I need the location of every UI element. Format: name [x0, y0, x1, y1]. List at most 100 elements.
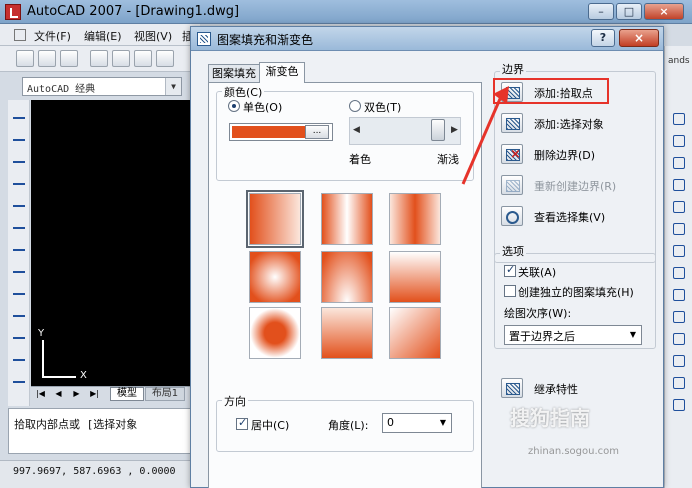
- next-tab-icon[interactable]: ▶: [71, 388, 82, 399]
- ellipse-arc-icon[interactable]: [11, 330, 27, 346]
- gradient-pattern-spherical[interactable]: [249, 307, 301, 359]
- offset-icon[interactable]: [670, 176, 686, 192]
- gradient-pattern-curved[interactable]: [389, 251, 441, 303]
- revision-cloud-icon[interactable]: [11, 264, 27, 280]
- prev-tab-icon[interactable]: ◀: [53, 388, 64, 399]
- last-tab-icon[interactable]: ▶|: [89, 388, 100, 399]
- menu-file[interactable]: 文件(F): [34, 28, 71, 44]
- arc-icon[interactable]: [11, 220, 27, 236]
- polyline-icon[interactable]: [11, 154, 27, 170]
- cut-icon[interactable]: [156, 50, 174, 67]
- make-block-icon[interactable]: [11, 374, 27, 390]
- draw-order-label: 绘图次序(W):: [504, 307, 572, 320]
- associative-checkbox[interactable]: [504, 263, 516, 277]
- new-file-icon[interactable]: [16, 50, 34, 67]
- insert-block-icon[interactable]: [11, 352, 27, 368]
- chevron-down-icon: ▼: [165, 78, 181, 95]
- tab-layout1[interactable]: 布局1: [145, 387, 185, 401]
- slider-thumb[interactable]: [431, 119, 445, 141]
- direction-group-label: 方向: [222, 393, 248, 409]
- fillet-icon[interactable]: [670, 396, 686, 412]
- remove-boundaries-button[interactable]: 删除边界(D): [534, 147, 595, 163]
- select-objects-button[interactable]: 添加:选择对象: [534, 116, 604, 132]
- print-icon[interactable]: [90, 50, 108, 67]
- save-icon[interactable]: [60, 50, 78, 67]
- independent-hatch-label: 创建独立的图案填充(H): [518, 286, 634, 299]
- construction-line-icon[interactable]: [11, 132, 27, 148]
- stretch-icon[interactable]: [670, 286, 686, 302]
- inherit-properties-button[interactable]: 继承特性: [534, 381, 578, 397]
- scale-icon[interactable]: [670, 264, 686, 280]
- rectangle-icon[interactable]: [11, 198, 27, 214]
- tab-gradient[interactable]: 渐变色: [259, 62, 305, 83]
- help-button[interactable]: ?: [591, 29, 615, 47]
- publish-icon[interactable]: [134, 50, 152, 67]
- move-icon[interactable]: [670, 220, 686, 236]
- open-folder-icon[interactable]: [38, 50, 56, 67]
- ucs-x-label: X: [80, 370, 87, 381]
- copy-icon[interactable]: [670, 132, 686, 148]
- single-color-radio[interactable]: [228, 100, 240, 112]
- document-icon[interactable]: [14, 29, 26, 41]
- watermark-logo: 搜狗指南: [510, 406, 590, 430]
- standard-toolbar: [0, 46, 200, 72]
- maximize-button[interactable]: □: [616, 3, 642, 20]
- menu-edit[interactable]: 编辑(E): [84, 28, 122, 44]
- tab-hatch[interactable]: 图案填充: [208, 64, 260, 83]
- gradient-pattern-cylinder[interactable]: [321, 193, 373, 245]
- ucs-y-label: Y: [38, 328, 45, 339]
- view-selections-icon[interactable]: [501, 206, 523, 226]
- dialog-close-button[interactable]: ×: [619, 29, 659, 47]
- angle-select[interactable]: 0 ▼: [382, 413, 452, 433]
- menu-view[interactable]: 视图(V): [134, 28, 172, 44]
- tab-model[interactable]: 模型: [110, 387, 144, 401]
- chamfer-icon[interactable]: [670, 374, 686, 390]
- view-selections-button[interactable]: 查看选择集(V): [534, 209, 605, 225]
- trim-icon[interactable]: [670, 308, 686, 324]
- line-icon[interactable]: [11, 110, 27, 126]
- chevron-down-icon: ▼: [629, 330, 637, 339]
- mirror-icon[interactable]: [670, 154, 686, 170]
- two-color-label: 双色(T): [364, 101, 402, 114]
- centered-checkbox[interactable]: [236, 416, 248, 430]
- rotate-icon[interactable]: [670, 242, 686, 258]
- gradient-pattern-hemispherical[interactable]: [321, 251, 373, 303]
- workspace-select[interactable]: AutoCAD 经典 ▼: [22, 77, 182, 96]
- two-color-radio[interactable]: [349, 100, 361, 112]
- app-titlebar[interactable]: AutoCAD 2007 - [Drawing1.dwg] – □ ×: [0, 0, 692, 24]
- plot-preview-icon[interactable]: [112, 50, 130, 67]
- close-button[interactable]: ×: [644, 3, 684, 20]
- single-color-label: 单色(O): [243, 101, 283, 114]
- boundary-group-label: 边界: [500, 61, 526, 77]
- drawing-canvas[interactable]: [31, 100, 199, 386]
- dialog-titlebar[interactable]: 图案填充和渐变色 ? ×: [191, 27, 663, 51]
- circle-icon[interactable]: [11, 242, 27, 258]
- extend-icon[interactable]: [670, 330, 686, 346]
- dialog-title: 图案填充和渐变色: [217, 33, 314, 47]
- independent-hatch-checkbox[interactable]: [504, 285, 516, 297]
- break-icon[interactable]: [670, 352, 686, 368]
- ellipse-icon[interactable]: [11, 308, 27, 324]
- draw-order-select[interactable]: 置于边界之后 ▼: [504, 325, 642, 345]
- minimize-button[interactable]: –: [588, 3, 614, 20]
- recreate-boundary-button: 重新创建边界(R): [534, 180, 617, 193]
- slider-left-arrow-icon[interactable]: ◀: [353, 125, 360, 135]
- options-group-label: 选项: [500, 243, 526, 259]
- polygon-icon[interactable]: [11, 176, 27, 192]
- gradient-pattern-invspherical[interactable]: [249, 251, 301, 303]
- gradient-pattern-invhemispherical[interactable]: [321, 307, 373, 359]
- spline-icon[interactable]: [11, 286, 27, 302]
- gradient-pattern-linear[interactable]: [246, 190, 304, 248]
- first-tab-icon[interactable]: |◀: [35, 388, 46, 399]
- choose-color-button[interactable]: ...: [305, 125, 329, 139]
- gradient-pattern-invcylinder[interactable]: [389, 193, 441, 245]
- layout-tabs-bar: |◀ ◀ ▶ ▶| 模型 布局1: [31, 386, 199, 401]
- array-icon[interactable]: [670, 198, 686, 214]
- gradient-pattern-invcurved[interactable]: [389, 307, 441, 359]
- ucs-y-axis: [42, 340, 44, 378]
- erase-icon[interactable]: [670, 110, 686, 126]
- menubar: 文件(F) 编辑(E) 视图(V) 插: [0, 24, 200, 46]
- inherit-properties-icon[interactable]: [501, 378, 523, 398]
- draw-toolbar: [8, 100, 30, 406]
- color-group-label: 颜色(C): [222, 84, 265, 100]
